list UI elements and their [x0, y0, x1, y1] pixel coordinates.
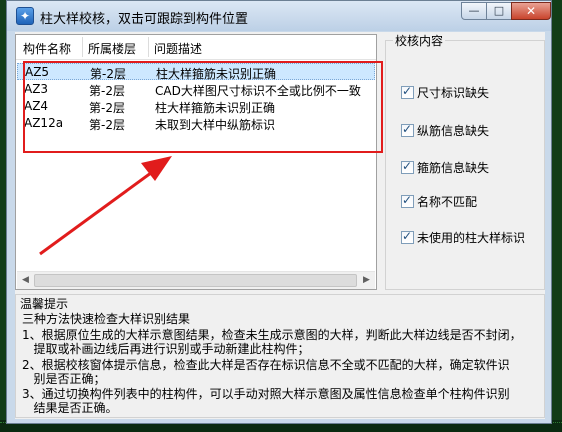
- dialog-body: 构件名称 所属楼层 问题描述 AZ5 第-2层 柱大样箍筋未识别正确 AZ3 第…: [15, 32, 545, 419]
- check-content-title: 校核内容: [393, 32, 446, 49]
- scroll-right-icon[interactable]: ▶: [359, 273, 374, 288]
- tips-panel: 温馨提示 三种方法快速检查大样识别结果 1、根据原位生成的大样示意图结果，检查未…: [15, 294, 545, 418]
- tip-line: 结果是否正确。: [22, 401, 118, 415]
- checkbox-name-mismatch[interactable]: ✓ 名称不匹配: [401, 193, 477, 209]
- tip-line: 提取或补画边线后再进行识别或手动新建此柱构件；: [22, 342, 310, 356]
- minimize-button[interactable]: —: [461, 2, 487, 20]
- checkbox-box[interactable]: ✓: [401, 229, 414, 244]
- checkbox-size-missing[interactable]: ✓ 尺寸标识缺失: [401, 84, 489, 100]
- checkbox-box[interactable]: ✓: [401, 159, 414, 174]
- column-detail-check-dialog: ✦ 柱大样校核，双击可跟踪到构件位置 — □ ✕ 构件名称 所属楼层 问题描述 …: [6, 0, 552, 424]
- checkbox-box[interactable]: ✓: [401, 84, 414, 99]
- title-bar[interactable]: ✦ 柱大样校核，双击可跟踪到构件位置 — □ ✕: [7, 1, 551, 31]
- maximize-button[interactable]: □: [486, 2, 512, 20]
- checkbox-longitudinal-missing[interactable]: ✓ 纵筋信息缺失: [401, 122, 489, 138]
- checkbox-unused-label[interactable]: ✓ 未使用的柱大样标识: [401, 229, 525, 245]
- red-arrow-icon: [39, 156, 172, 256]
- close-button[interactable]: ✕: [511, 2, 551, 20]
- window-title: 柱大样校核，双击可跟踪到构件位置: [40, 12, 249, 27]
- checkbox-box[interactable]: ✓: [401, 122, 414, 137]
- checkbox-stirrup-missing[interactable]: ✓ 箍筋信息缺失: [401, 159, 489, 175]
- app-icon: ✦: [16, 7, 34, 25]
- tip-line: 三种方法快速检查大样识别结果: [22, 312, 191, 326]
- checkbox-box[interactable]: ✓: [401, 193, 414, 208]
